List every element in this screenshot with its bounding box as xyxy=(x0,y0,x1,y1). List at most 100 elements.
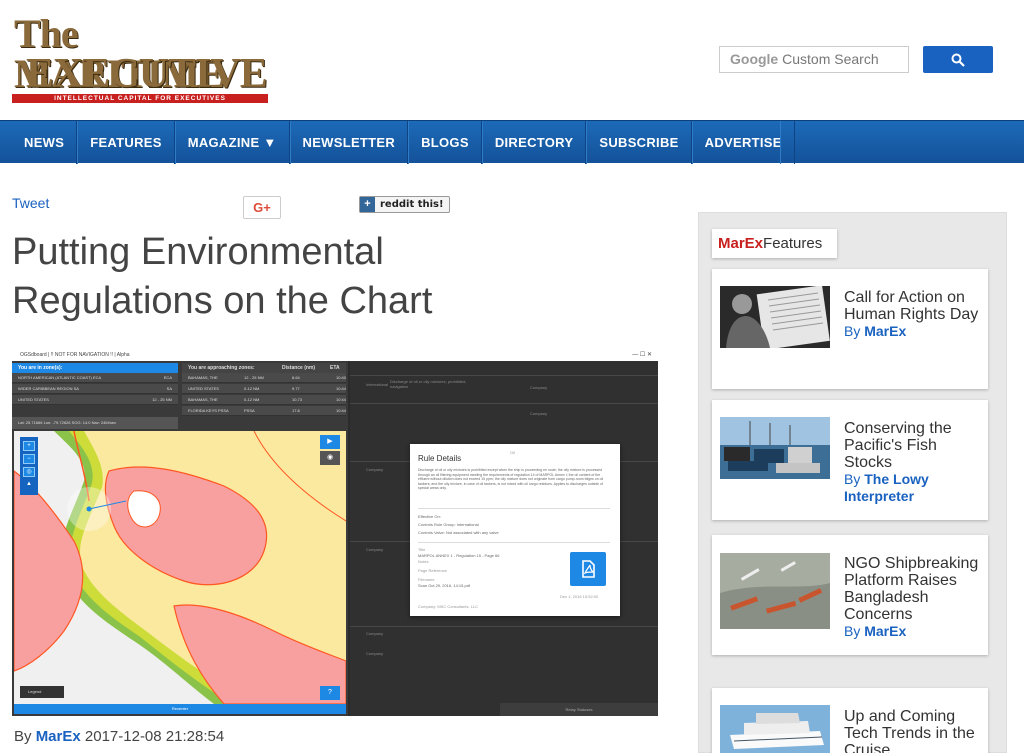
google-plus-button[interactable]: G+ xyxy=(243,196,281,219)
feature-title[interactable]: Up and Coming Tech Trends in the Cruise xyxy=(844,708,984,753)
tweet-link[interactable]: Tweet xyxy=(12,195,49,211)
feature-card[interactable]: Up and Coming Tech Trends in the Cruise xyxy=(712,688,988,753)
approach-range: PSSA xyxy=(244,408,255,413)
zone-row[interactable]: UNITED STATES 12 - 25 NM xyxy=(12,395,178,405)
zone-name: NORTH AMERICAN (ATLANTIC COAST) ECA xyxy=(18,375,102,380)
divider xyxy=(350,626,658,627)
pdf-icon[interactable] xyxy=(570,552,606,586)
zone-row[interactable]: WIDER CARIBBEAN REGION SA SA xyxy=(12,384,178,394)
author-link[interactable]: MarEx xyxy=(36,728,81,745)
approach-range: 0-12 NM xyxy=(244,397,260,402)
feature-title[interactable]: Conserving the Pacific's Fish Stocks By … xyxy=(844,420,984,505)
search-button[interactable] xyxy=(923,46,993,73)
feature-byline: By MarEx xyxy=(844,623,984,640)
approaching-row[interactable]: BAHAMAS, THE 12 - 25 NM 8.64 10:40 xyxy=(182,373,346,383)
plus-icon: + xyxy=(360,197,375,212)
feature-title-text[interactable]: Conserving the Pacific's Fish Stocks xyxy=(844,420,952,471)
approach-eta: 10:44 xyxy=(336,408,346,413)
approach-header: You are approaching zones: Distance (nm)… xyxy=(182,363,346,373)
zone-row[interactable]: NORTH AMERICAN (ATLANTIC COAST) ECA ECA xyxy=(12,373,178,383)
left-panel: You are in zone(s): You are approaching … xyxy=(12,361,348,716)
company-label-4: Company xyxy=(366,547,384,552)
nav-item-news[interactable]: NEWS xyxy=(12,121,78,164)
zoom-out-icon[interactable]: − xyxy=(23,454,35,464)
feature-card[interactable]: NGO Shipbreaking Platform Raises Banglad… xyxy=(712,535,988,655)
map-toolbar: + − ◎ ▲ xyxy=(20,437,38,495)
approaching-row[interactable]: BAHAMAS, THE 0-12 NM 10.73 10:44 xyxy=(182,395,346,405)
dialog-company: Company: MSC Consultants, LLC xyxy=(418,604,479,609)
feature-title-text[interactable]: Up and Coming Tech Trends in the Cruise xyxy=(844,708,975,753)
feature-card[interactable]: Call for Action on Human Rights Day By M… xyxy=(712,269,988,389)
nav-item-magazine[interactable]: MAGAZINE ▼ xyxy=(174,121,290,164)
approach-zone-name: FLORIDA KEYS PSSA xyxy=(188,408,229,413)
recenter-button[interactable]: Recenter xyxy=(14,704,346,714)
article-image: OGSdboard | !! NOT FOR NAVIGATION !! | A… xyxy=(12,350,658,716)
chart-map[interactable]: + − ◎ ▲ ▶ ◉ Legend ? xyxy=(14,431,346,704)
feature-thumbnail[interactable] xyxy=(720,553,830,629)
nav-filler xyxy=(780,121,1024,164)
company-label-3: Company xyxy=(366,467,384,472)
legend-button[interactable]: Legend xyxy=(20,686,64,698)
feature-title-text[interactable]: Call for Action on Human Rights Day xyxy=(844,289,978,323)
target-icon[interactable]: ◎ xyxy=(23,467,35,477)
zone-code: SA xyxy=(166,386,172,391)
nav-item-subscribe[interactable]: SUBSCRIBE xyxy=(586,121,692,164)
reddit-button[interactable]: + reddit this! xyxy=(359,196,450,213)
doc-page-ref: Page Reference xyxy=(418,568,447,573)
zone-code: ECA xyxy=(163,375,172,380)
distance-col: Distance (nm) xyxy=(282,365,316,371)
approach-distance: 10.73 xyxy=(292,397,303,402)
nav-item-newsletter[interactable]: NEWSLETTER xyxy=(289,121,409,164)
zone-code: 12 - 25 NM xyxy=(152,397,172,402)
nav-item-directory[interactable]: DIRECTORY xyxy=(481,121,587,164)
nav-item-features[interactable]: FEATURES xyxy=(77,121,175,164)
site-logo[interactable]: The MARITIME EXECUTIVE INTELLECTUAL CAPI… xyxy=(12,14,270,104)
nav-item-blogs[interactable]: BLOGS xyxy=(408,121,482,164)
zone-header: You are in zone(s): xyxy=(12,363,178,373)
approach-zone-name: BAHAMAS, THE xyxy=(188,397,218,402)
features-tab: MarExFeatures xyxy=(712,229,837,258)
feature-card[interactable]: Conserving the Pacific's Fish Stocks By … xyxy=(712,400,988,520)
pdf-glyph xyxy=(582,560,595,578)
follow-ship-button[interactable]: ▶ xyxy=(320,435,340,449)
doc-filename-label: Filename xyxy=(418,577,435,582)
search-input[interactable]: Google Custom Search xyxy=(719,46,909,73)
feature-thumbnail[interactable] xyxy=(720,417,830,479)
approach-range: 0-12 NM xyxy=(244,386,260,391)
doc-notes: Notes xyxy=(418,559,429,564)
eta-col: ETA xyxy=(330,365,340,371)
feature-author[interactable]: MarEx xyxy=(864,323,906,339)
feature-thumbnail[interactable] xyxy=(720,286,830,348)
search-brand: Google xyxy=(730,51,779,67)
help-button[interactable]: ? xyxy=(320,686,340,700)
relay-statuses-button[interactable]: Relay Statuses xyxy=(500,703,658,716)
logo-line-2: EXECUTIVE xyxy=(26,51,268,97)
window-titlebar: OGSdboard | !! NOT FOR NAVIGATION !! | A… xyxy=(12,350,658,361)
feature-thumbnail[interactable] xyxy=(720,705,830,753)
zoom-in-icon[interactable]: + xyxy=(23,441,35,451)
approach-distance: 8.64 xyxy=(292,375,300,380)
article-byline: By MarEx 2017-12-08 21:28:54 xyxy=(14,728,224,745)
approaching-row[interactable]: UNITED STATES 0-12 NM 9.77 10:44 xyxy=(182,384,346,394)
cruise-ship-image xyxy=(720,705,830,753)
approach-distance: 17.8 xyxy=(292,408,300,413)
cursor-icon[interactable]: ▲ xyxy=(23,480,35,490)
company-label-2: Company xyxy=(530,411,548,416)
map-graphic xyxy=(14,431,346,704)
divider xyxy=(350,375,658,376)
rule-details-dialog: Rule Details Oil Discharge of oil or oil… xyxy=(410,444,620,616)
rule-group: Controls Rule Group: International xyxy=(418,522,479,527)
company-label-1: Company xyxy=(530,385,548,390)
approaching-row[interactable]: FLORIDA KEYS PSSA PSSA 17.8 10:44 xyxy=(182,406,346,416)
features-label: Features xyxy=(763,235,823,252)
coordinate-readout: Lat: 25.71666 Lon: -79.72626 SOG: 14.0 N… xyxy=(12,417,178,429)
layers-button[interactable]: ◉ xyxy=(320,451,340,465)
rule-description: Discharge of oil or oily mixtures, prohi… xyxy=(390,379,467,389)
feature-title-text[interactable]: NGO Shipbreaking Platform Raises Banglad… xyxy=(844,555,978,623)
feature-title[interactable]: Call for Action on Human Rights Day By M… xyxy=(844,289,984,340)
rule-group-label: International xyxy=(366,382,389,387)
feature-title[interactable]: NGO Shipbreaking Platform Raises Banglad… xyxy=(844,555,984,640)
feature-author[interactable]: MarEx xyxy=(864,623,906,639)
divider xyxy=(418,542,610,543)
features-brand: MarEx xyxy=(718,235,764,252)
